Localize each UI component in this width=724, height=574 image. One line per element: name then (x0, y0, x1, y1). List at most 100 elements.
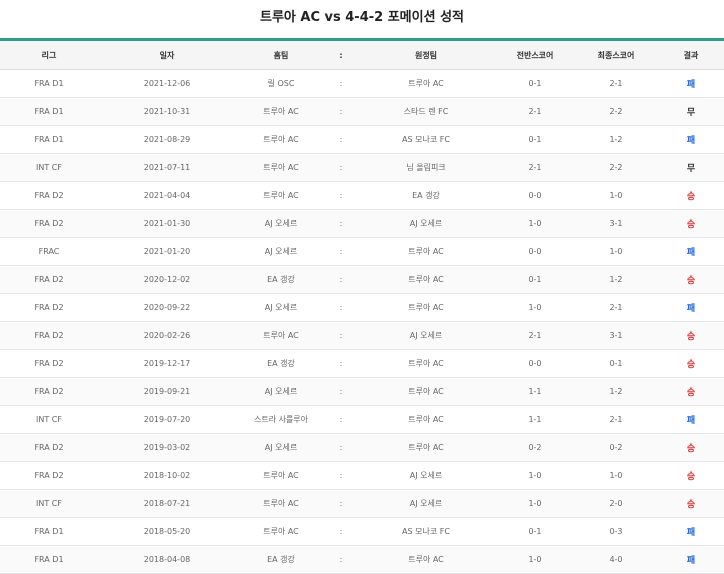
cell-final-score: 3-1 (574, 321, 658, 350)
cell-date: 2019-12-17 (98, 349, 236, 378)
table-row: FRA D2 2019-03-02 AJ 오세르: 트루아 AC 0-2 0-2 승 (0, 433, 724, 462)
cell-home-team: AJ 오세르 (236, 237, 326, 266)
cell-result: 무 (658, 153, 724, 182)
cell-half-score: 0-1 (496, 517, 574, 546)
cell-league: INT CF (0, 489, 98, 518)
cell-date: 2018-07-21 (98, 489, 236, 518)
cell-result: 승 (658, 321, 724, 350)
cell-home-team: 트루아 AC (236, 153, 326, 182)
cell-separator: : (326, 153, 356, 182)
cell-league: FRA D2 (0, 181, 98, 210)
cell-league: FRAC (0, 237, 98, 266)
cell-league: FRA D2 (0, 209, 98, 238)
cell-away-team: AS 모나코 FC (356, 517, 496, 546)
cell-separator: : (326, 377, 356, 406)
cell-league: FRA D2 (0, 321, 98, 350)
table-row: FRA D2 2021-01-30 AJ 오세르: AJ 오세르 1-0 3-1 승 (0, 209, 724, 238)
cell-home-team: EA 갱강 (236, 545, 326, 574)
cell-away-team: AJ 오세르 (356, 489, 496, 518)
cell-league: INT CF (0, 153, 98, 182)
cell-final-score: 2-0 (574, 489, 658, 518)
cell-half-score: 0-2 (496, 433, 574, 462)
cell-date: 2021-08-29 (98, 125, 236, 154)
cell-half-score: 2-1 (496, 97, 574, 126)
cell-league: FRA D2 (0, 377, 98, 406)
cell-separator: : (326, 321, 356, 350)
cell-date: 2018-10-02 (98, 461, 236, 490)
cell-home-team: EA 갱강 (236, 265, 326, 294)
cell-half-score: 0-1 (496, 265, 574, 294)
cell-separator: : (326, 405, 356, 434)
header-league: 리그 (0, 39, 98, 70)
cell-result: 패 (658, 517, 724, 546)
table-row: FRA D1 2018-05-20 트루아 AC: AS 모나코 FC 0-1 0-3 패 (0, 517, 724, 546)
header-result: 결과 (658, 39, 724, 70)
header-separator: : (326, 39, 356, 70)
cell-half-score: 0-1 (496, 125, 574, 154)
cell-separator: : (326, 181, 356, 210)
cell-home-team: 트루아 AC (236, 321, 326, 350)
table-header-row: 리그 일자 홈팀 : 원정팀 전반스코어 최종스코어 결과 (0, 39, 724, 70)
cell-league: FRA D1 (0, 545, 98, 574)
cell-league: INT CF (0, 405, 98, 434)
cell-result: 패 (658, 69, 724, 98)
cell-away-team: 트루아 AC (356, 405, 496, 434)
cell-away-team: EA 갱강 (356, 181, 496, 210)
table-row: FRA D1 2021-12-06 릴 OSC: 트루아 AC 0-1 2-1 패 (0, 69, 724, 98)
cell-away-team: 트루아 AC (356, 349, 496, 378)
cell-separator: : (326, 517, 356, 546)
table-body: FRA D1 2021-12-06 릴 OSC: 트루아 AC 0-1 2-1 패 FRA D… (0, 69, 724, 574)
page-title: 트루아 AC vs 4-4-2 포메이션 성적 (259, 10, 464, 25)
table-row: FRAC 2021-01-20 AJ 오세르: 트루아 AC 0-0 1-0 패 (0, 237, 724, 266)
results-table: 리그 일자 홈팀 : 원정팀 전반스코어 최종스코어 결과 FRA D1 2021… (0, 38, 724, 574)
cell-date: 2021-10-31 (98, 97, 236, 126)
cell-date: 2020-09-22 (98, 293, 236, 322)
cell-date: 2019-03-02 (98, 433, 236, 462)
table-row: FRA D2 2020-12-02 EA 갱강: 트루아 AC 0-1 1-2 승 (0, 265, 724, 294)
cell-result: 승 (658, 209, 724, 238)
cell-half-score: 1-0 (496, 489, 574, 518)
cell-date: 2019-07-20 (98, 405, 236, 434)
table-row: INT CF 2021-07-11 트루아 AC: 님 올림피크 2-1 2-2 무 (0, 153, 724, 182)
cell-league: FRA D2 (0, 433, 98, 462)
cell-date: 2020-02-26 (98, 321, 236, 350)
cell-away-team: 트루아 AC (356, 377, 496, 406)
cell-result: 승 (658, 181, 724, 210)
cell-league: FRA D1 (0, 97, 98, 126)
cell-final-score: 3-1 (574, 209, 658, 238)
cell-final-score: 1-0 (574, 461, 658, 490)
header-home-team: 홈팀 (236, 39, 326, 70)
cell-half-score: 0-0 (496, 349, 574, 378)
cell-away-team: AJ 오세르 (356, 209, 496, 238)
table-row: FRA D1 2021-08-29 트루아 AC: AS 모나코 FC 0-1 1-2 패 (0, 125, 724, 154)
cell-away-team: 트루아 AC (356, 545, 496, 574)
cell-date: 2019-09-21 (98, 377, 236, 406)
cell-half-score: 2-1 (496, 153, 574, 182)
cell-separator: : (326, 237, 356, 266)
cell-league: FRA D2 (0, 461, 98, 490)
cell-separator: : (326, 349, 356, 378)
cell-separator: : (326, 489, 356, 518)
cell-league: FRA D1 (0, 517, 98, 546)
cell-separator: : (326, 125, 356, 154)
cell-home-team: 트루아 AC (236, 517, 326, 546)
cell-half-score: 0-0 (496, 237, 574, 266)
table-row: FRA D2 2019-09-21 AJ 오세르: 트루아 AC 1-1 1-2 승 (0, 377, 724, 406)
cell-league: FRA D2 (0, 265, 98, 294)
cell-final-score: 0-2 (574, 433, 658, 462)
cell-result: 무 (658, 97, 724, 126)
cell-final-score: 0-1 (574, 349, 658, 378)
cell-away-team: 스타드 렌 FC (356, 97, 496, 126)
cell-half-score: 1-0 (496, 545, 574, 574)
table-row: FRA D1 2021-10-31 트루아 AC: 스타드 렌 FC 2-1 2-2 무 (0, 97, 724, 126)
table-row: FRA D2 2020-09-22 AJ 오세르: 트루아 AC 1-0 2-1 패 (0, 293, 724, 322)
cell-final-score: 1-2 (574, 377, 658, 406)
cell-home-team: 트루아 AC (236, 97, 326, 126)
table-row: INT CF 2018-07-21 트루아 AC: AJ 오세르 1-0 2-0 승 (0, 489, 724, 518)
cell-half-score: 1-0 (496, 209, 574, 238)
cell-half-score: 1-0 (496, 293, 574, 322)
cell-date: 2021-04-04 (98, 181, 236, 210)
table-row: FRA D2 2021-04-04 트루아 AC: EA 갱강 0-0 1-0 승 (0, 181, 724, 210)
header-half-score: 전반스코어 (496, 39, 574, 70)
cell-result: 패 (658, 545, 724, 574)
